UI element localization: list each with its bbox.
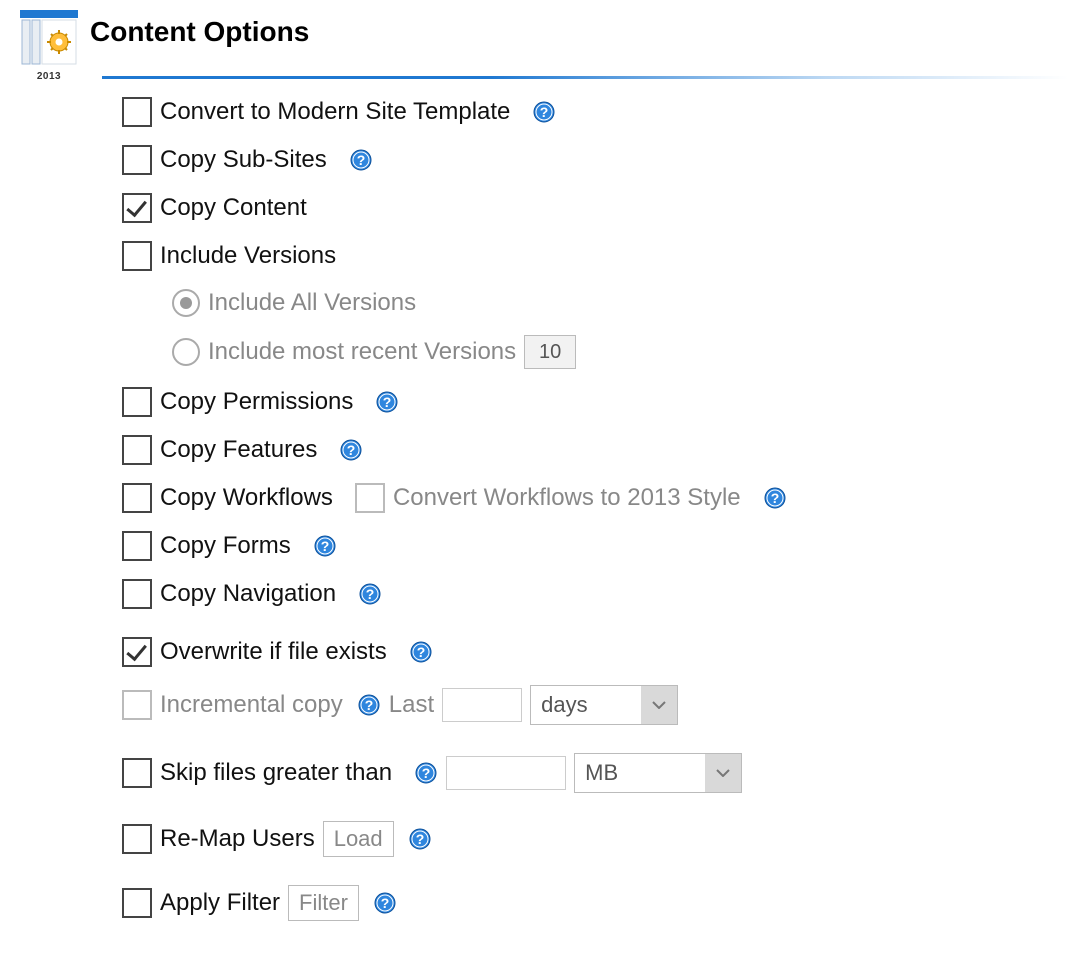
apply-filter-label: Apply Filter [160, 889, 280, 917]
incremental-unit-select[interactable]: days [530, 685, 678, 725]
help-icon[interactable]: ? [373, 891, 397, 915]
include-versions-label: Include Versions [160, 242, 336, 270]
remap-users-label: Re-Map Users [160, 825, 315, 853]
chevron-down-icon [705, 754, 741, 792]
header-rule [102, 76, 1068, 79]
copy-content-label: Copy Content [160, 194, 307, 222]
copy-forms-checkbox[interactable] [122, 531, 152, 561]
apply-filter-button[interactable]: Filter [288, 885, 359, 921]
include-versions-checkbox[interactable] [122, 241, 152, 271]
recent-versions-input[interactable]: 10 [524, 335, 576, 369]
convert-modern-label: Convert to Modern Site Template [160, 98, 510, 126]
apply-filter-checkbox[interactable] [122, 888, 152, 918]
include-all-versions-radio[interactable] [172, 289, 200, 317]
svg-text:?: ? [364, 697, 373, 713]
page-title: Content Options [90, 10, 309, 48]
help-icon[interactable]: ? [409, 640, 433, 664]
copy-workflows-checkbox[interactable] [122, 483, 152, 513]
incremental-last-label: Last [389, 691, 434, 719]
remap-users-checkbox[interactable] [122, 824, 152, 854]
include-recent-versions-label: Include most recent Versions [208, 338, 516, 366]
incremental-unit-value: days [531, 686, 641, 724]
incremental-value-input[interactable] [442, 688, 522, 722]
svg-text:?: ? [770, 490, 779, 506]
help-icon[interactable]: ? [349, 148, 373, 172]
header: 2013 Content Options [20, 10, 1068, 68]
help-icon[interactable]: ? [763, 486, 787, 510]
svg-text:?: ? [320, 538, 329, 554]
options-panel: Convert to Modern Site Template ? Copy S… [122, 97, 1068, 921]
help-icon[interactable]: ? [408, 827, 432, 851]
svg-text:?: ? [381, 895, 390, 911]
overwrite-label: Overwrite if file exists [160, 638, 387, 666]
convert-workflows-label: Convert Workflows to 2013 Style [393, 484, 741, 512]
skip-files-label: Skip files greater than [160, 759, 392, 787]
icon-year-label: 2013 [20, 71, 78, 82]
help-icon[interactable]: ? [358, 582, 382, 606]
skip-files-checkbox[interactable] [122, 758, 152, 788]
copy-workflows-label: Copy Workflows [160, 484, 333, 512]
help-icon[interactable]: ? [313, 534, 337, 558]
help-icon[interactable]: ? [532, 100, 556, 124]
convert-modern-checkbox[interactable] [122, 97, 152, 127]
overwrite-checkbox[interactable] [122, 637, 152, 667]
svg-text:?: ? [356, 152, 365, 168]
chevron-down-icon [641, 686, 677, 724]
help-icon[interactable]: ? [375, 390, 399, 414]
include-all-versions-label: Include All Versions [208, 289, 416, 317]
incremental-copy-checkbox [122, 690, 152, 720]
skip-files-unit-select[interactable]: MB [574, 753, 742, 793]
copy-features-checkbox[interactable] [122, 435, 152, 465]
copy-features-label: Copy Features [160, 436, 317, 464]
copy-permissions-label: Copy Permissions [160, 388, 353, 416]
content-options-icon: 2013 [20, 10, 78, 68]
remap-users-load-button[interactable]: Load [323, 821, 394, 857]
svg-text:?: ? [366, 586, 375, 602]
svg-text:?: ? [415, 831, 424, 847]
copy-subsites-label: Copy Sub-Sites [160, 146, 327, 174]
copy-content-checkbox[interactable] [122, 193, 152, 223]
include-recent-versions-radio[interactable] [172, 338, 200, 366]
copy-permissions-checkbox[interactable] [122, 387, 152, 417]
help-icon[interactable]: ? [339, 438, 363, 462]
skip-files-unit-value: MB [575, 754, 705, 792]
copy-subsites-checkbox[interactable] [122, 145, 152, 175]
copy-forms-label: Copy Forms [160, 532, 291, 560]
svg-text:?: ? [347, 442, 356, 458]
convert-workflows-checkbox [355, 483, 385, 513]
svg-text:?: ? [540, 104, 549, 120]
svg-text:?: ? [383, 394, 392, 410]
help-icon[interactable]: ? [414, 761, 438, 785]
svg-text:?: ? [422, 765, 431, 781]
skip-files-value-input[interactable] [446, 756, 566, 790]
svg-text:?: ? [416, 644, 425, 660]
copy-navigation-label: Copy Navigation [160, 580, 336, 608]
incremental-copy-label: Incremental copy [160, 691, 343, 719]
copy-navigation-checkbox[interactable] [122, 579, 152, 609]
help-icon[interactable]: ? [357, 693, 381, 717]
